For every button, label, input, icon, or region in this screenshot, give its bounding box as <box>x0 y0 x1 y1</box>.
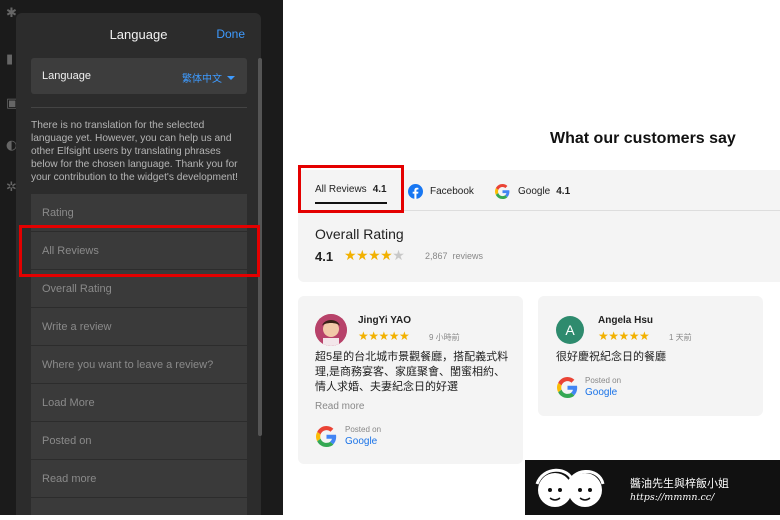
posted-on-source-link[interactable]: Google <box>585 387 617 398</box>
phrase-field-next[interactable] <box>31 498 247 515</box>
avatar <box>315 314 347 346</box>
posted-on-source-link[interactable]: Google <box>345 436 377 447</box>
tab-google[interactable]: Google 4.1 <box>495 184 570 199</box>
read-more-link[interactable]: Read more <box>315 401 364 412</box>
rail-layout-icon[interactable]: ▮ <box>6 52 13 67</box>
review-stars: ★★★★★ <box>598 329 650 343</box>
review-stars: ★★★★★ <box>358 329 410 343</box>
phrase-field-read-more[interactable]: Read more <box>31 460 247 497</box>
language-select-label: Language <box>42 70 91 82</box>
language-select[interactable]: Language 繁体中文 <box>31 58 247 94</box>
facebook-icon <box>408 184 423 199</box>
phrase-field-write-review[interactable]: Write a review <box>31 308 247 345</box>
cartoon-faces-logo <box>535 468 605 507</box>
google-icon <box>495 184 510 199</box>
watermark-title: 醬油先生與梓飯小姐 <box>630 477 729 490</box>
avatar: A <box>556 316 584 344</box>
review-time: 1 天前 <box>669 333 692 342</box>
language-select-value[interactable]: 繁体中文 <box>182 70 235 85</box>
overall-rating-stars: ★★★★★ <box>344 247 405 263</box>
google-icon <box>316 426 337 447</box>
highlight-box-all-reviews-field <box>19 225 260 277</box>
reviewer-name[interactable]: Angela Hsu <box>598 315 653 326</box>
google-icon <box>557 377 578 398</box>
phrase-field-posted-on[interactable]: Posted on <box>31 422 247 459</box>
done-button[interactable]: Done <box>216 27 245 41</box>
phrase-field-where-leave-review[interactable]: Where you want to leave a review? <box>31 346 247 383</box>
review-count: 2,867 reviews <box>425 251 484 261</box>
divider <box>31 107 247 108</box>
posted-on-label: Posted on <box>345 425 382 434</box>
widget-heading: What our customers say <box>550 130 736 147</box>
review-text: 超5星的台北城市景觀餐廳，搭配義式料理,是商務宴客、家庭聚會、閨蜜相約、情人求婚… <box>315 351 509 393</box>
phrase-field-load-more[interactable]: Load More <box>31 384 247 421</box>
review-time: 9 小時前 <box>429 333 460 342</box>
tab-facebook[interactable]: Facebook <box>408 184 474 199</box>
highlight-box-all-reviews-tab <box>298 165 404 213</box>
review-text: 很好慶祝紀念日的餐廳 <box>556 351 666 363</box>
caret-down-icon <box>227 76 235 80</box>
overall-rating-title: Overall Rating <box>315 226 404 242</box>
translation-notice: There is no translation for the selected… <box>31 120 238 183</box>
posted-on-label: Posted on <box>585 376 622 385</box>
watermark-url: https://mmmn.cc/ <box>630 492 715 503</box>
reviewer-name[interactable]: JingYi YAO <box>358 315 411 326</box>
overall-rating-score: 4.1 <box>315 249 334 264</box>
